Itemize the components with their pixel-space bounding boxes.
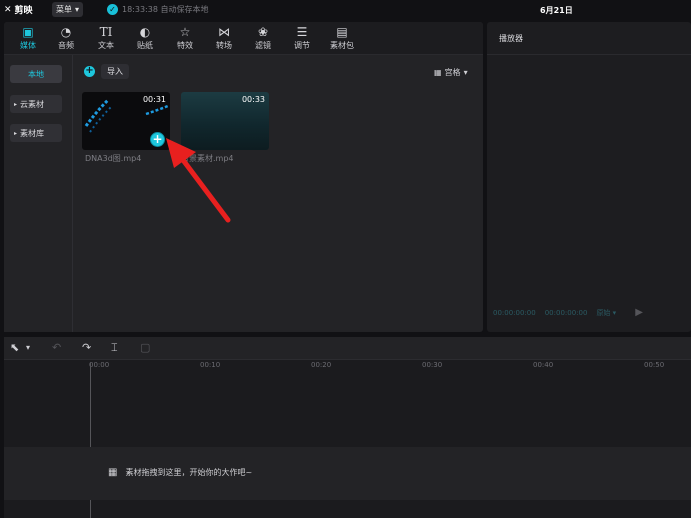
- drop-hint-text: 素材拖拽到这里，开始你的大作吧~: [125, 468, 253, 477]
- view-mode-dropdown[interactable]: ▦ 宫格 ▾: [434, 67, 468, 78]
- tab-sticker-label: 贴纸: [137, 41, 153, 50]
- app-name: 剪映: [14, 6, 33, 16]
- media-icon: ▣: [22, 25, 34, 39]
- package-icon: ▤: [336, 25, 348, 39]
- save-status-text: 18:33:38 自动保存本地: [122, 5, 209, 14]
- tab-text-label: 文本: [98, 41, 114, 50]
- tab-sticker[interactable]: ◐ 贴纸: [127, 25, 163, 51]
- duration-label: 00:31: [142, 95, 166, 104]
- file-name: DNA3d图.mp4: [85, 154, 142, 163]
- redo-icon[interactable]: ↷: [82, 341, 91, 354]
- import-button[interactable]: + 导入: [84, 64, 129, 79]
- text-icon: TI: [99, 25, 113, 39]
- tab-transition-label: 转场: [216, 41, 232, 50]
- tab-package[interactable]: ▤ 素材包: [324, 25, 360, 51]
- media-panel: ▣ 媒体 ◔ 音频 TI 文本 ◐ 贴纸 ☆ 特效 ⋈ 转场 ❀ 滤镜 ☰ 调节: [4, 22, 483, 332]
- play-icon[interactable]: ▶: [635, 307, 643, 318]
- caret-right-icon: ▸: [14, 129, 18, 137]
- tab-audio[interactable]: ◔ 音频: [48, 25, 84, 51]
- caret-right-icon: ▸: [14, 100, 18, 108]
- save-status: ✓ 18:33:38 自动保存本地: [107, 4, 208, 15]
- sticker-icon: ◐: [139, 25, 151, 39]
- red-arrow-annotation: [166, 138, 231, 223]
- plus-icon: +: [84, 65, 95, 77]
- grid-icon: ▦: [434, 68, 442, 77]
- ratio-dropdown[interactable]: 原始 ▾: [596, 308, 616, 318]
- ruler-tick: 00:30: [422, 361, 443, 369]
- tab-media[interactable]: ▣ 媒体: [10, 25, 46, 51]
- duration-label: 00:33: [241, 95, 265, 104]
- split-icon[interactable]: ⌶: [111, 341, 118, 355]
- title-bar: ✕ 剪映 菜单 ▾ ✓ 18:33:38 自动保存本地 6月21日: [0, 0, 691, 20]
- app-logo: ✕ 剪映: [4, 3, 33, 17]
- tab-transition[interactable]: ⋈ 转场: [206, 25, 242, 51]
- sidebar-item-cloud[interactable]: ▸ 云素材: [10, 95, 62, 113]
- tab-package-label: 素材包: [330, 41, 354, 50]
- capcut-logo-icon: ✕: [4, 4, 12, 15]
- ruler-tick: 00:40: [533, 361, 554, 369]
- drop-hint: ▦ 素材拖拽到这里，开始你的大作吧~: [108, 467, 252, 478]
- timeline-panel: ⬉ ▾ ↶ ↷ ⌶ ▢ 00:00 00:10 00:20 00:30 00:4…: [4, 337, 691, 518]
- tab-effects[interactable]: ☆ 特效: [167, 25, 203, 51]
- view-mode-label: 宫格: [444, 68, 461, 77]
- sidebar-item-local[interactable]: 本地: [10, 65, 62, 83]
- sidebar-item-library[interactable]: ▸ 素材库: [10, 124, 62, 142]
- player-panel: 播放器 00:00:00:00 00:00:00:00 原始 ▾ ▶: [487, 22, 691, 332]
- ruler-tick: 00:20: [311, 361, 332, 369]
- sidebar-item-label: 云素材: [20, 99, 45, 109]
- ruler-tick: 00:50: [644, 361, 665, 369]
- tab-text[interactable]: TI 文本: [88, 25, 124, 51]
- chevron-down-icon: ▾: [75, 5, 80, 14]
- effects-icon: ☆: [179, 25, 191, 39]
- filter-icon: ❀: [257, 25, 269, 39]
- audio-icon: ◔: [60, 25, 72, 39]
- resource-toolbar: ▣ 媒体 ◔ 音频 TI 文本 ◐ 贴纸 ☆ 特效 ⋈ 转场 ❀ 滤镜 ☰ 调节: [4, 22, 483, 55]
- ruler-tick: 00:00: [89, 361, 110, 369]
- media-sidebar: 本地 ▸ 云素材 ▸ 素材库: [4, 55, 73, 332]
- tab-media-label: 媒体: [20, 41, 36, 50]
- player-title: 播放器: [499, 34, 523, 43]
- undo-icon[interactable]: ↶: [52, 341, 61, 354]
- tab-adjust-label: 调节: [294, 41, 310, 50]
- transition-icon: ⋈: [218, 25, 230, 39]
- import-label: 导入: [101, 64, 129, 79]
- menu-button[interactable]: 菜单 ▾: [52, 2, 84, 17]
- ratio-label: 原始: [596, 308, 611, 317]
- timeline-toolbar: ⬉ ▾ ↶ ↷ ⌶ ▢: [4, 337, 691, 360]
- tab-adjust[interactable]: ☰ 调节: [284, 25, 320, 51]
- tab-audio-label: 音频: [58, 41, 74, 50]
- sidebar-item-label: 本地: [28, 69, 44, 79]
- sidebar-item-label: 素材库: [20, 128, 45, 138]
- menu-label: 菜单: [56, 5, 72, 14]
- film-icon: ▦: [108, 467, 118, 478]
- total-time: 00:00:00:00: [544, 308, 588, 317]
- player-controls: 00:00:00:00 00:00:00:00 原始 ▾ ▶: [493, 307, 643, 318]
- current-time: 00:00:00:00: [493, 308, 536, 317]
- check-icon: ✓: [107, 4, 118, 15]
- tab-filter[interactable]: ❀ 滤镜: [245, 25, 281, 51]
- player-header: 播放器: [487, 22, 691, 55]
- delete-icon[interactable]: ▢: [140, 341, 150, 354]
- timeline-ruler: 00:00 00:10 00:20 00:30 00:40 00:50: [89, 361, 691, 371]
- tab-filter-label: 滤镜: [255, 41, 271, 50]
- tab-effects-label: 特效: [177, 41, 193, 50]
- chevron-down-icon[interactable]: ▾: [26, 343, 30, 352]
- date-label: 6月21日: [540, 6, 573, 15]
- ruler-tick: 00:10: [200, 361, 221, 369]
- chevron-down-icon: ▾: [463, 68, 468, 77]
- adjust-icon: ☰: [296, 25, 308, 39]
- select-cursor-icon[interactable]: ⬉: [10, 341, 19, 354]
